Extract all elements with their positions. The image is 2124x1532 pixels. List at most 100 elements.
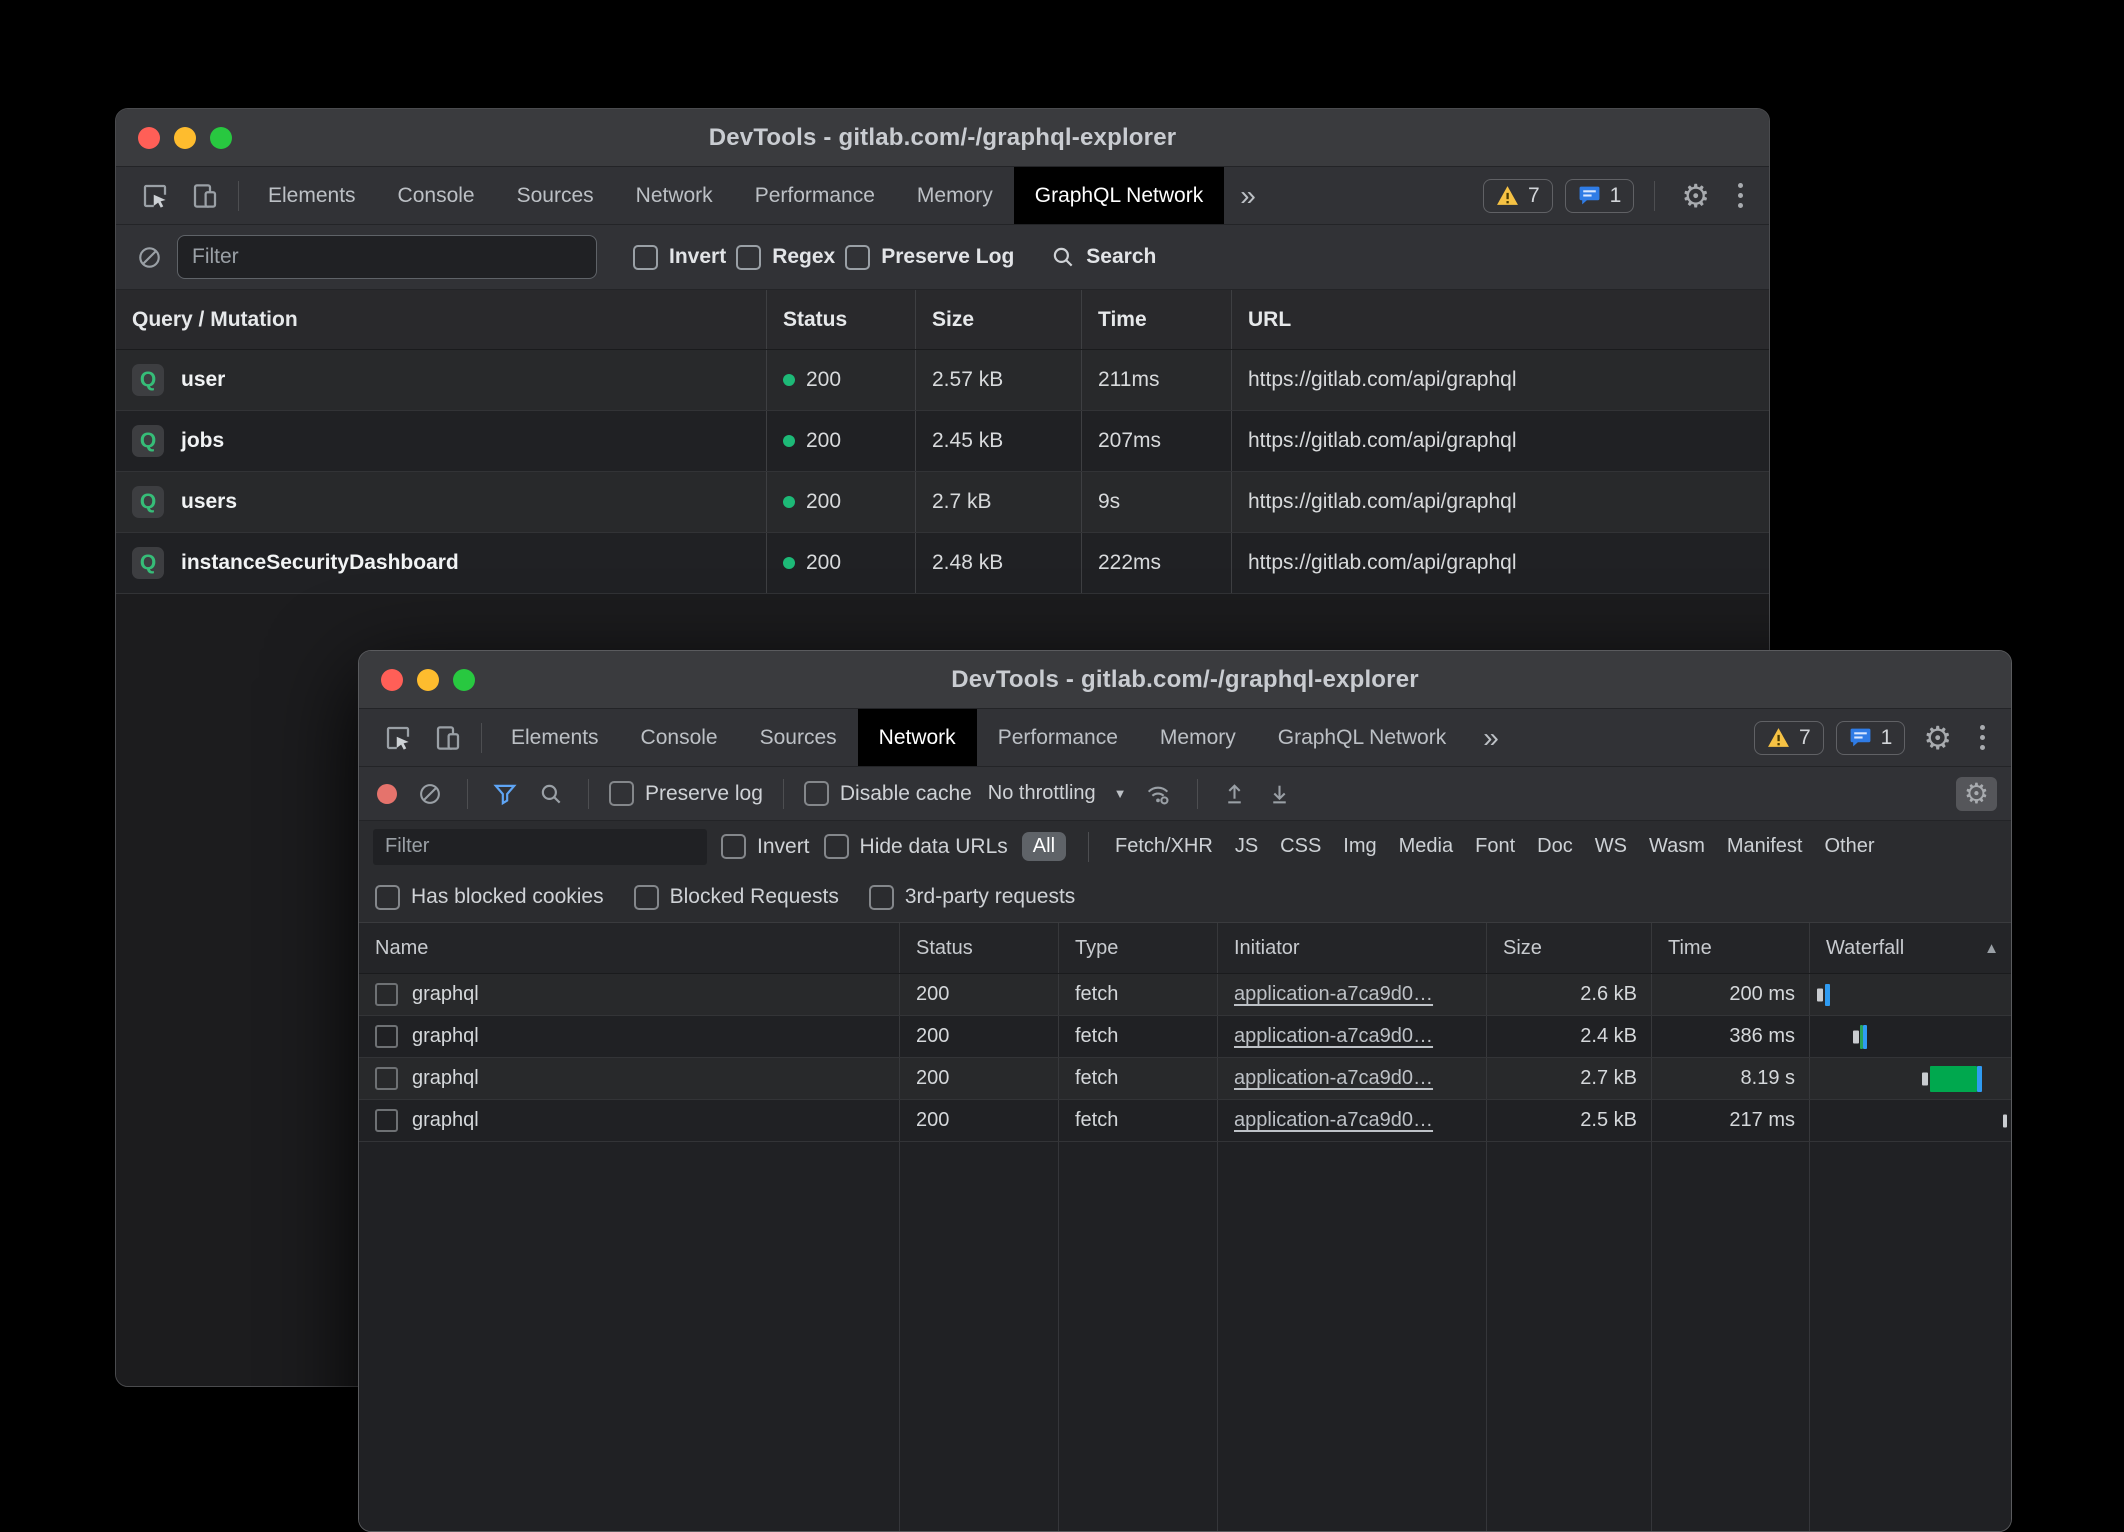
tab-graphql-network[interactable]: GraphQL Network [1257,709,1467,766]
column-query-mutation[interactable]: Query / Mutation [116,290,766,349]
inspect-element-icon[interactable] [130,167,180,224]
more-tabs-icon[interactable]: » [1224,167,1272,224]
column-time[interactable]: Time [1651,923,1809,973]
settings-gear-icon[interactable]: ⚙ [1675,180,1716,212]
column-size[interactable]: Size [915,290,1081,349]
initiator-link[interactable]: application-a7ca9d0… [1234,1025,1433,1048]
device-toolbar-icon[interactable] [423,709,473,766]
filter-funnel-icon[interactable] [488,781,522,807]
filter-chip-manifest[interactable]: Manifest [1723,832,1807,861]
column-status[interactable]: Status [766,290,915,349]
throttling-select[interactable]: No throttling ▼ [988,782,1127,805]
filter-chip-js[interactable]: JS [1231,832,1262,861]
device-toolbar-icon[interactable] [180,167,230,224]
settings-gear-icon[interactable]: ⚙ [1917,722,1958,754]
tab-memory[interactable]: Memory [1139,709,1257,766]
filter-chip-css[interactable]: CSS [1276,832,1325,861]
query-row[interactable]: Quser 200 2.57 kB 211ms https://gitlab.c… [116,350,1769,411]
row-checkbox[interactable] [375,1025,398,1048]
request-row[interactable]: graphql 200 fetch application-a7ca9d0… 2… [359,1016,2011,1058]
warnings-badge[interactable]: 7 [1754,721,1824,755]
minimize-button[interactable] [174,127,196,149]
filter-chip-doc[interactable]: Doc [1533,832,1577,861]
filter-chip-all[interactable]: All [1022,832,1066,861]
filter-chip-wasm[interactable]: Wasm [1645,832,1709,861]
messages-badge[interactable]: 1 [1565,179,1635,213]
tab-elements[interactable]: Elements [490,709,620,766]
column-time[interactable]: Time [1081,290,1231,349]
initiator-link[interactable]: application-a7ca9d0… [1234,1109,1433,1132]
column-status[interactable]: Status [899,923,1058,973]
query-row[interactable]: QinstanceSecurityDashboard 200 2.48 kB 2… [116,533,1769,594]
third-party-requests-checkbox[interactable] [869,885,894,910]
initiator-link[interactable]: application-a7ca9d0… [1234,1067,1433,1090]
clear-icon[interactable] [413,781,447,807]
filter-chip-fetch-xhr[interactable]: Fetch/XHR [1111,832,1217,861]
warnings-badge[interactable]: 7 [1483,179,1553,213]
kebab-menu-icon[interactable] [1728,183,1753,208]
messages-badge[interactable]: 1 [1836,721,1906,755]
import-har-icon[interactable] [1218,781,1251,806]
tab-sources[interactable]: Sources [496,167,615,224]
warning-icon [1767,727,1790,748]
search-icon[interactable] [534,781,568,807]
tab-network[interactable]: Network [615,167,734,224]
inspect-element-icon[interactable] [373,709,423,766]
kebab-menu-icon[interactable] [1970,725,1995,750]
invert-checkbox[interactable] [633,245,658,270]
column-url[interactable]: URL [1231,290,1769,349]
network-settings-gear-icon[interactable]: ⚙ [1956,777,1997,811]
column-name[interactable]: Name [359,923,899,973]
preserve-log-checkbox[interactable] [845,245,870,270]
sort-ascending-icon: ▲ [1984,940,1999,957]
zoom-button[interactable] [210,127,232,149]
filter-chip-font[interactable]: Font [1471,832,1519,861]
filter-chip-media[interactable]: Media [1395,832,1457,861]
tab-elements[interactable]: Elements [247,167,377,224]
tab-console[interactable]: Console [620,709,739,766]
tab-performance[interactable]: Performance [734,167,896,224]
invert-checkbox[interactable] [721,834,746,859]
hide-data-urls-checkbox[interactable] [824,834,849,859]
close-button[interactable] [381,669,403,691]
filter-chip-other[interactable]: Other [1820,832,1878,861]
search-control[interactable]: Search [1050,244,1156,270]
zoom-button[interactable] [453,669,475,691]
close-button[interactable] [138,127,160,149]
clear-icon[interactable] [132,244,167,271]
column-size[interactable]: Size [1486,923,1651,973]
export-har-icon[interactable] [1263,781,1296,806]
query-row[interactable]: Qjobs 200 2.45 kB 207ms https://gitlab.c… [116,411,1769,472]
tab-memory[interactable]: Memory [896,167,1014,224]
tab-performance[interactable]: Performance [977,709,1139,766]
initiator-link[interactable]: application-a7ca9d0… [1234,983,1433,1006]
row-checkbox[interactable] [375,1109,398,1132]
blocked-requests-checkbox[interactable] [634,885,659,910]
network-filter-input[interactable] [373,829,707,865]
tab-console[interactable]: Console [377,167,496,224]
row-checkbox[interactable] [375,1067,398,1090]
record-button[interactable] [373,784,401,804]
disable-cache-checkbox[interactable] [804,781,829,806]
warning-icon [1496,185,1519,206]
request-row[interactable]: graphql 200 fetch application-a7ca9d0… 2… [359,974,2011,1016]
filter-chip-ws[interactable]: WS [1591,832,1631,861]
request-row[interactable]: graphql 200 fetch application-a7ca9d0… 2… [359,1100,2011,1142]
regex-checkbox[interactable] [736,245,761,270]
request-row[interactable]: graphql 200 fetch application-a7ca9d0… 2… [359,1058,2011,1100]
more-tabs-icon[interactable]: » [1467,709,1515,766]
tab-network[interactable]: Network [858,709,977,766]
network-conditions-icon[interactable] [1139,780,1177,808]
filter-input[interactable] [177,235,597,279]
query-row[interactable]: Qusers 200 2.7 kB 9s https://gitlab.com/… [116,472,1769,533]
filter-chip-img[interactable]: Img [1339,832,1380,861]
tab-graphql-network[interactable]: GraphQL Network [1014,167,1224,224]
column-waterfall[interactable]: Waterfall ▲ [1809,923,2011,973]
preserve-log-checkbox[interactable] [609,781,634,806]
minimize-button[interactable] [417,669,439,691]
tab-sources[interactable]: Sources [739,709,858,766]
row-checkbox[interactable] [375,983,398,1006]
column-initiator[interactable]: Initiator [1217,923,1486,973]
column-type[interactable]: Type [1058,923,1217,973]
has-blocked-cookies-checkbox[interactable] [375,885,400,910]
